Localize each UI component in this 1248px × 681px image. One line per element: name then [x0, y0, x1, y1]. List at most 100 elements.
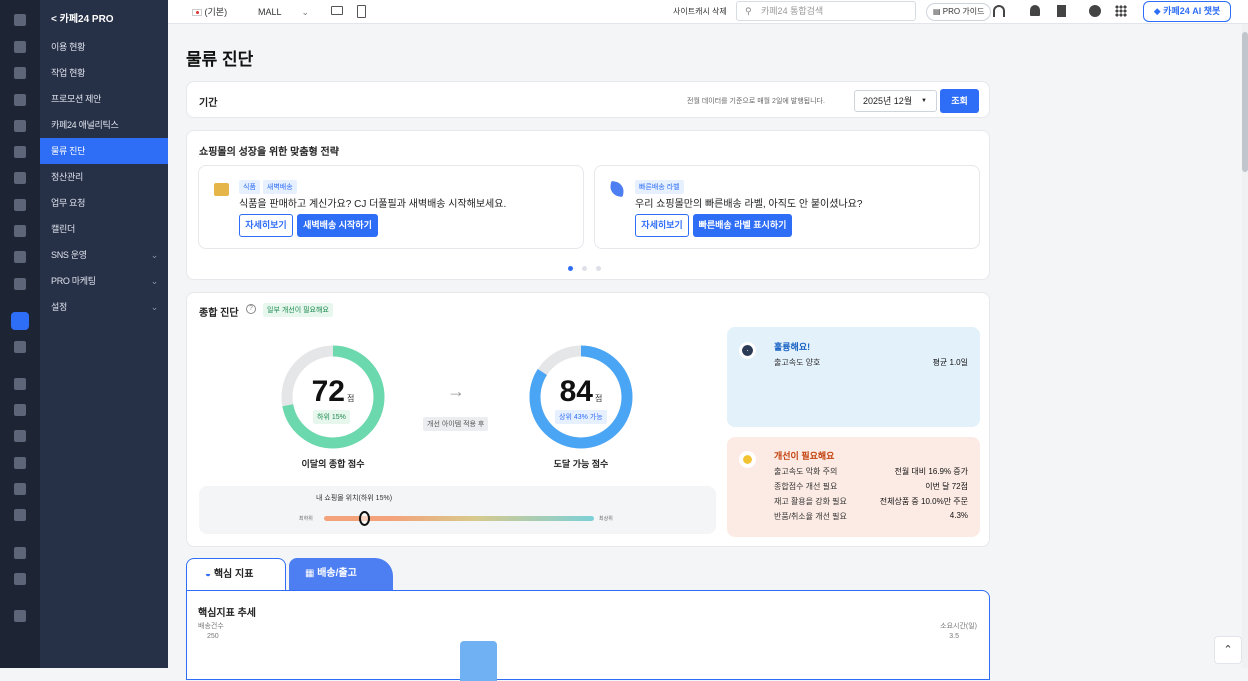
strategy-card: 쇼핑몰의 성장을 위한 맞춤형 전략 식품 새벽배송 식품을 판매하고 계신가요?… — [186, 130, 990, 280]
detail-button[interactable]: 자세히보기 — [239, 214, 293, 237]
chevron-down-icon: ⌄ — [150, 276, 159, 286]
promo-card: 식품 새벽배송 식품을 판매하고 계신가요? CJ 더풀필과 새벽배송 시작해보세… — [198, 165, 584, 249]
tab-label: 배송/출고 — [317, 568, 357, 579]
bell-icon[interactable] — [1030, 5, 1040, 16]
bookmark-icon[interactable] — [1057, 5, 1066, 17]
detail-button[interactable]: 자세히보기 — [635, 214, 689, 237]
person-icon[interactable] — [14, 94, 26, 106]
improve-row-key: 반품/취소율 개선 필요 — [774, 512, 847, 521]
help-icon[interactable]: ? — [246, 304, 256, 314]
current-rank-badge: 하위 15% — [313, 410, 350, 424]
scrollbar-thumb[interactable] — [1242, 32, 1248, 172]
shirt-icon[interactable] — [14, 67, 26, 79]
globe-icon[interactable] — [14, 341, 26, 353]
month-select[interactable]: 2025년 12월 ▼ — [854, 90, 937, 112]
search-input[interactable]: ⚲ 카페24 통합검색 — [736, 1, 916, 21]
sidebar-item-work[interactable]: 작업 현황 — [40, 60, 168, 86]
status-badge: 일부 개선이 필요해요 — [263, 303, 333, 317]
language-selector[interactable]: (기본) — [192, 4, 227, 20]
carousel-dot[interactable] — [582, 266, 587, 271]
coupon-icon[interactable] — [14, 199, 26, 211]
good-title: 훌륭해요! — [774, 342, 811, 352]
folder-icon[interactable] — [14, 573, 26, 585]
sidebar-item-calendar[interactable]: 캘린더 — [40, 216, 168, 242]
bank-icon[interactable] — [14, 483, 26, 495]
improve-panel: 개선이 필요해요 출고속도 악화 주의 전월 대비 16.9% 증가 종합점수 … — [727, 437, 980, 537]
query-button[interactable]: 조회 — [940, 89, 979, 113]
video-icon[interactable] — [14, 404, 26, 416]
sidebar-item-label: 정산관리 — [51, 172, 83, 182]
sidebar-item-promotion[interactable]: 프로모션 제안 — [40, 86, 168, 112]
grid-icon[interactable] — [14, 547, 26, 559]
ai-chatbot-button[interactable]: ◆ 카페24 AI 챗봇 — [1143, 1, 1231, 22]
sidebar-item-analytics[interactable]: 카페24 애널리틱스 — [40, 112, 168, 138]
caret-down-icon: ▼ — [921, 98, 927, 104]
home-icon[interactable] — [14, 14, 26, 26]
dawn-delivery-button[interactable]: 새벽배송 시작하기 — [297, 214, 378, 237]
truck-icon[interactable] — [14, 378, 26, 390]
sidebar-item-label: 업무 요청 — [51, 198, 86, 208]
mall-label: MALL — [258, 7, 282, 17]
sidebar-item-settings[interactable]: 설정 ⌄ — [40, 294, 168, 320]
sidebar-item-pro-marketing[interactable]: PRO 마케팅 ⌄ — [40, 268, 168, 294]
sidebar-item-sns[interactable]: SNS 운영 ⌄ — [40, 242, 168, 268]
sidebar: < 카페24 PRO 이용 현황 작업 현황 프로모션 제안 카페24 애널리틱… — [40, 0, 168, 668]
promo-tags: 빠른배송 라벨 — [635, 178, 687, 194]
strategy-title: 쇼핑몰의 성장을 위한 맞춤형 전략 — [199, 147, 339, 158]
award-icon — [739, 342, 756, 359]
target-rank-badge: 상위 43% 가능 — [555, 410, 607, 424]
mobile-view-icon[interactable] — [357, 5, 366, 18]
rocket-icon — [608, 180, 626, 198]
current-score-block: 72 점 — [279, 375, 387, 409]
sidebar-item-label: 캘린더 — [51, 224, 75, 234]
desktop-icon[interactable] — [331, 6, 343, 15]
sidebar-item-usage[interactable]: 이용 현황 — [40, 34, 168, 60]
megaphone-icon[interactable] — [14, 457, 26, 469]
sidebar-header[interactable]: < 카페24 PRO — [40, 0, 168, 34]
settings-icon[interactable] — [14, 610, 26, 622]
palette-icon[interactable] — [14, 172, 26, 184]
account-icon[interactable] — [1089, 5, 1101, 17]
target-score-unit: 점 — [595, 394, 603, 403]
headset-icon[interactable] — [993, 5, 1005, 17]
position-bar — [324, 511, 594, 526]
search-placeholder: 카페24 통합검색 — [761, 6, 824, 16]
stats-icon[interactable] — [14, 225, 26, 237]
apps-icon[interactable] — [14, 251, 26, 263]
pro-icon[interactable] — [11, 312, 29, 330]
month-select-value: 2025년 12월 — [863, 96, 913, 106]
carousel-dot[interactable] — [596, 266, 601, 271]
store-icon[interactable] — [14, 509, 26, 521]
tab-core-metrics[interactable]: ◒ 핵심 지표 — [186, 558, 286, 591]
mall-selector[interactable]: MALL ⌄ — [258, 4, 309, 20]
sidebar-item-settlement[interactable]: 정산관리 — [40, 164, 168, 190]
trend-bar — [460, 641, 497, 681]
sidebar-item-label: 프로모션 제안 — [51, 94, 102, 104]
good-row-key: 출고속도 양호 — [774, 358, 821, 367]
carousel-dot[interactable] — [568, 266, 573, 271]
promo-card: 빠른배송 라벨 우리 쇼핑몰만의 빠른배송 라벨, 아직도 안 붙이셨나요? 자… — [594, 165, 980, 249]
sidebar-item-label: SNS 운영 — [51, 250, 87, 260]
mobile-icon[interactable] — [14, 278, 26, 290]
chat-icon[interactable] — [14, 120, 26, 132]
trend-left-axis: 배송건수 — [198, 623, 224, 630]
current-score-label: 이달의 종합 점수 — [301, 459, 365, 469]
tab-shipping[interactable]: ▦ 배송/출고 — [289, 558, 393, 591]
sidebar-item-request[interactable]: 업무 요청 — [40, 190, 168, 216]
apps-grid-icon[interactable] — [1115, 5, 1127, 17]
position-marker — [358, 511, 370, 526]
board-icon[interactable] — [14, 146, 26, 158]
cache-delete-button[interactable]: 사이트캐시 삭제 — [673, 4, 727, 20]
target-score-label: 도달 가능 점수 — [553, 459, 609, 469]
shop-icon[interactable] — [14, 430, 26, 442]
improve-row-key: 출고속도 악화 주의 — [774, 467, 838, 476]
pro-guide-button[interactable]: ▤ PRO 가이드 — [926, 3, 992, 21]
arrow-note: 개선 아이템 적용 후 — [423, 417, 489, 431]
trend-right-max: 3.5 — [949, 633, 959, 640]
sidebar-item-logistics[interactable]: 물류 진단 — [40, 138, 168, 164]
chatbot-label: 카페24 AI 챗봇 — [1163, 6, 1221, 16]
fast-label-button[interactable]: 빠른배송 라벨 표시하기 — [693, 214, 792, 237]
diagnosis-card: 종합 진단 ? 일부 개선이 필요해요 72 점 하위 15% 이달의 종합 점수… — [186, 292, 990, 547]
cart-icon[interactable] — [14, 41, 26, 53]
scroll-top-button[interactable]: ⌃ — [1214, 636, 1242, 664]
